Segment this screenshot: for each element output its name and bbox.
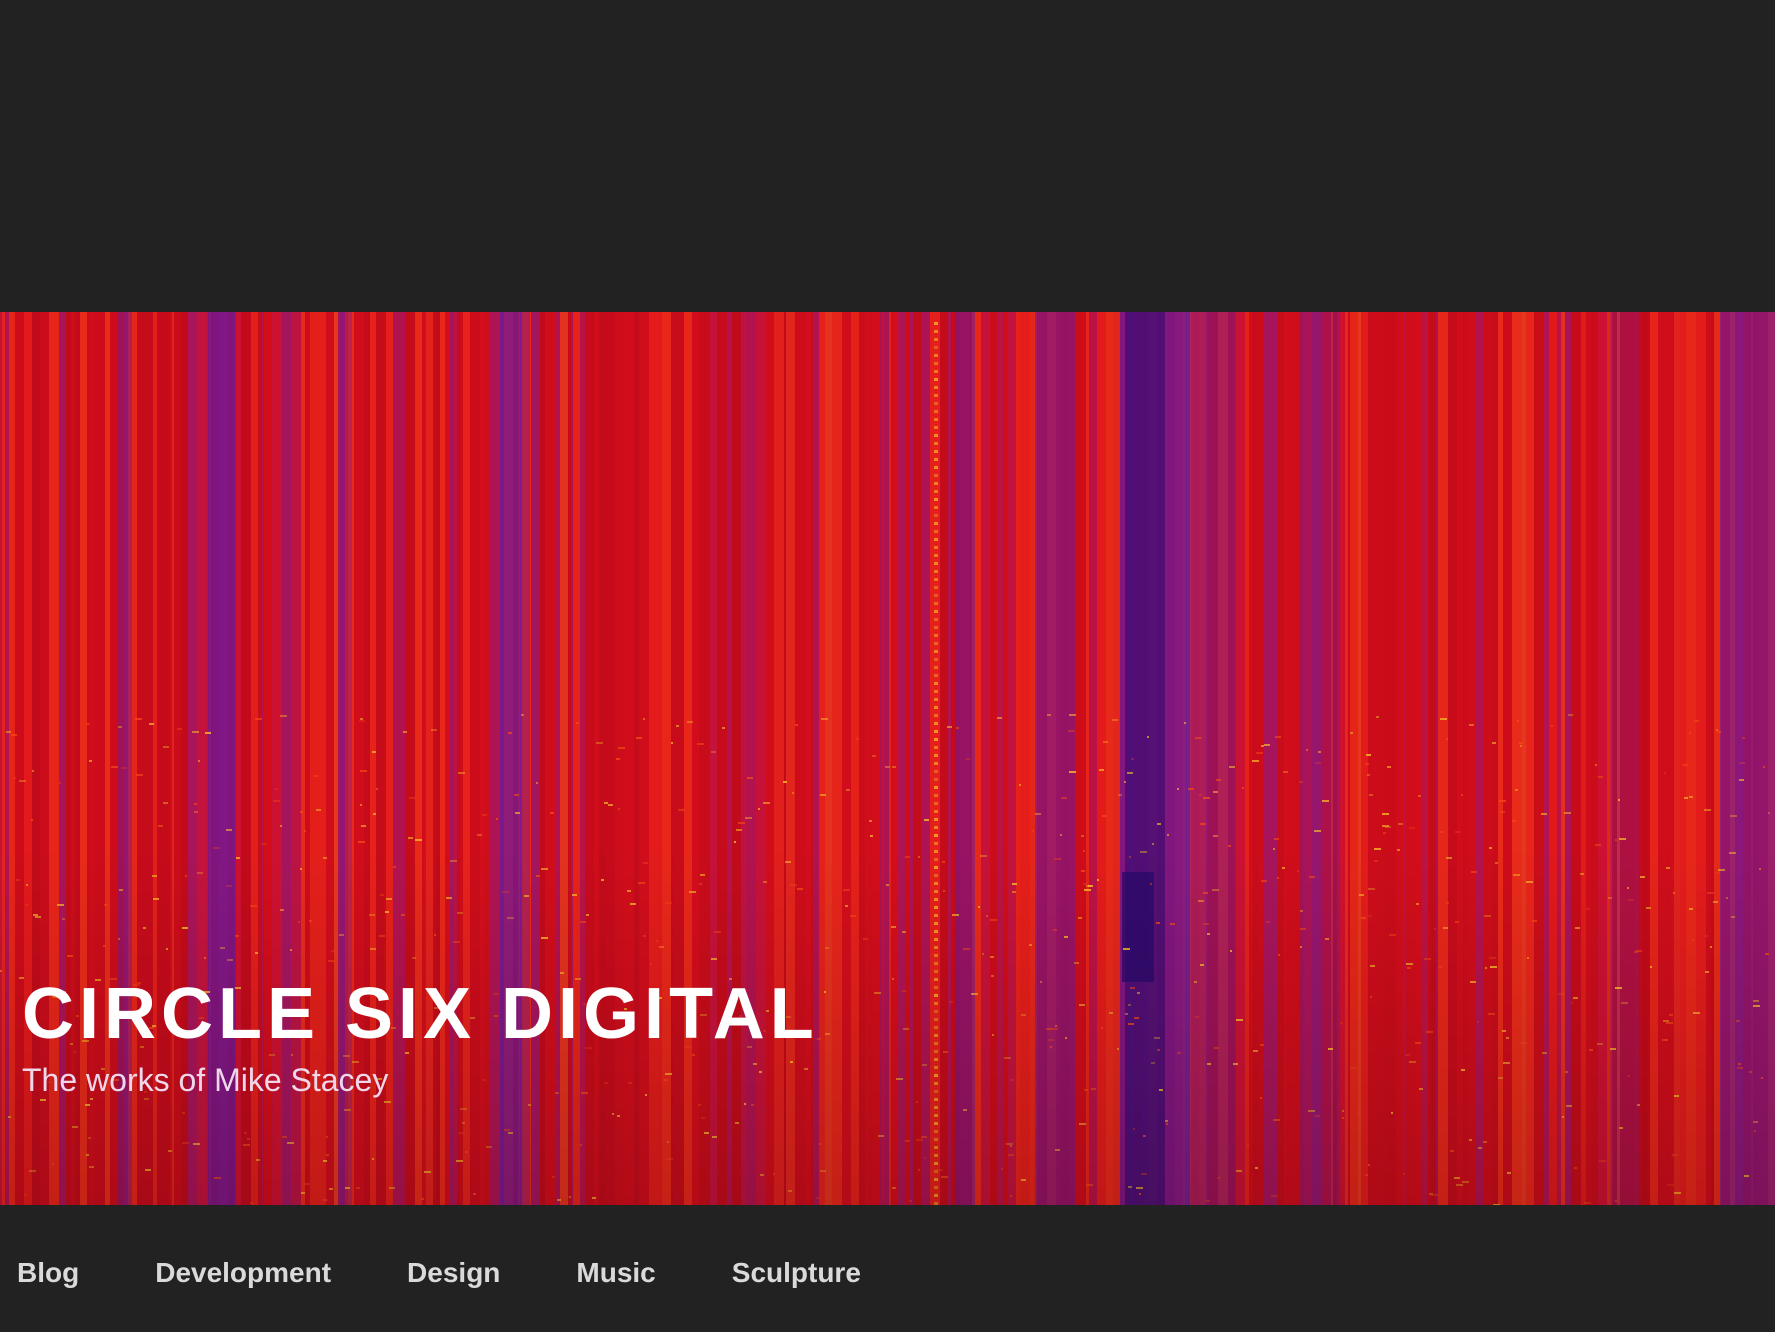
header-hero-image: CIRCLE SIX DIGITAL The works of Mike Sta…	[0, 312, 1775, 1205]
nav-item-blog: Blog	[17, 1255, 79, 1291]
nav-link-design[interactable]: Design	[407, 1257, 500, 1288]
page: CIRCLE SIX DIGITAL The works of Mike Sta…	[0, 0, 1775, 1332]
nav-item-sculpture: Sculpture	[732, 1255, 861, 1291]
nav-link-development[interactable]: Development	[155, 1257, 331, 1288]
top-band	[0, 0, 1775, 312]
site-title[interactable]: CIRCLE SIX DIGITAL	[22, 974, 819, 1054]
nav-item-music: Music	[576, 1255, 655, 1291]
nav-link-music[interactable]: Music	[576, 1257, 655, 1288]
nav-menu: Blog Development Design Music Sculpture	[17, 1255, 937, 1291]
site-branding: CIRCLE SIX DIGITAL The works of Mike Sta…	[22, 974, 819, 1100]
nav-item-design: Design	[407, 1255, 500, 1291]
nav-link-blog[interactable]: Blog	[17, 1257, 79, 1288]
site-description: The works of Mike Stacey	[22, 1062, 389, 1098]
nav-link-sculpture[interactable]: Sculpture	[732, 1257, 861, 1288]
nav-item-development: Development	[155, 1255, 331, 1291]
main-navigation: Blog Development Design Music Sculpture	[0, 1205, 1775, 1332]
